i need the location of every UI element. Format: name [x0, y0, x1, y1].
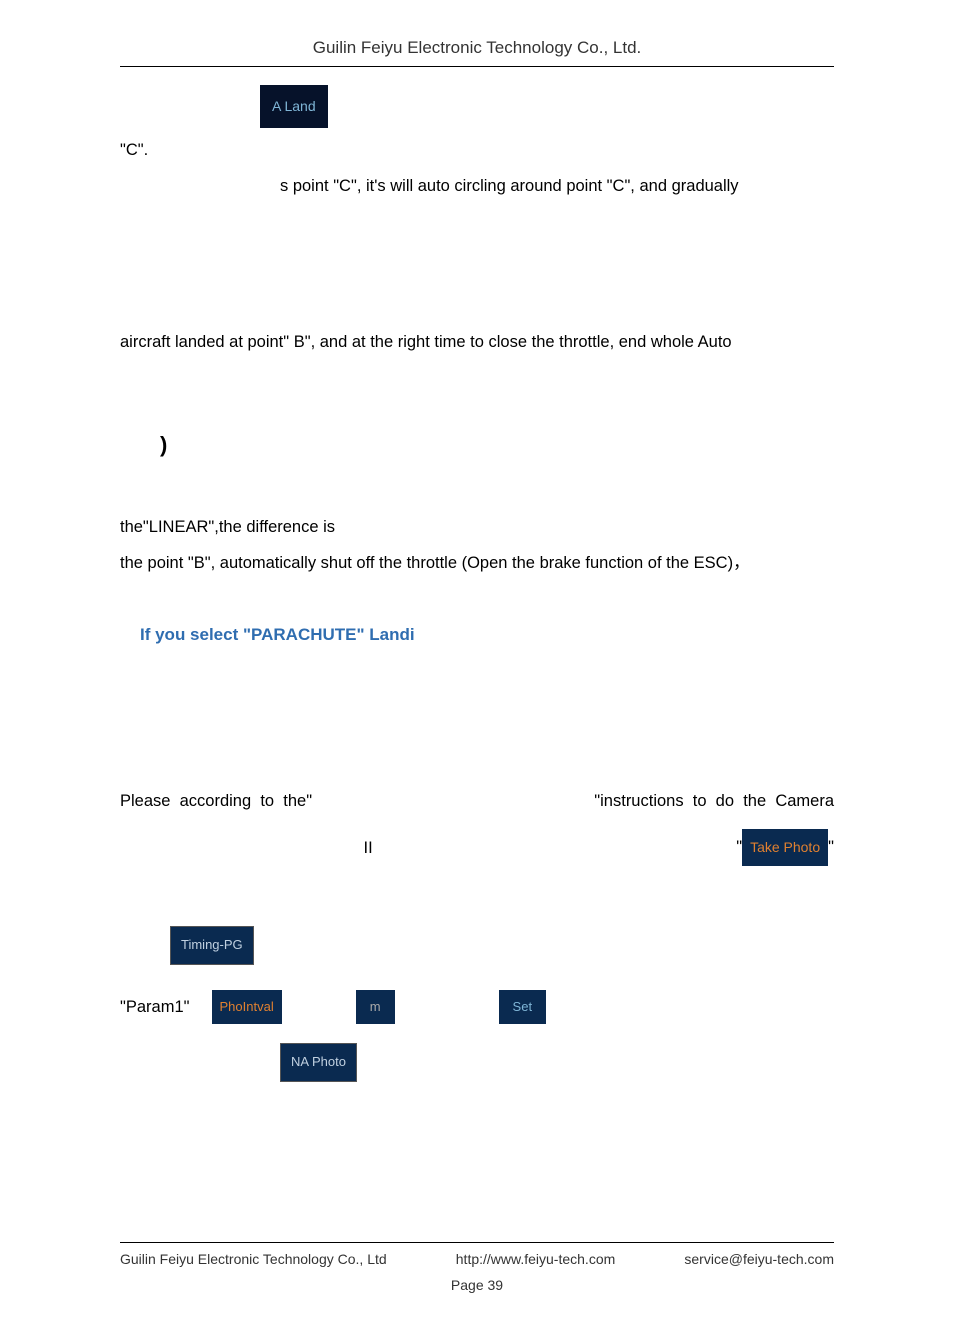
page-footer: Guilin Feiyu Electronic Technology Co., … — [0, 1242, 954, 1293]
footer-page-number: Page 39 — [0, 1277, 954, 1293]
roman-two: II — [364, 830, 373, 866]
timing-pg-button: Timing-PG — [170, 926, 254, 965]
takephoto-row: II "Take Photo" — [120, 829, 834, 866]
document-body: A Land "C". s point "C", it's will auto … — [0, 67, 954, 1082]
param1-label: "Param1" — [120, 989, 190, 1025]
footer-company: Guilin Feiyu Electronic Technology Co., … — [120, 1251, 387, 1267]
phointval-button: PhoIntval — [212, 990, 282, 1025]
camera-instruction-row: Please according to the" "instructions t… — [120, 783, 834, 819]
na-photo-button: NA Photo — [280, 1043, 357, 1082]
closing-paren: ) — [160, 421, 834, 469]
text-c: "C". — [120, 132, 834, 168]
set-button: Set — [499, 990, 547, 1025]
text-linear1: the"LINEAR",the difference is — [120, 509, 834, 545]
m-button: m — [356, 990, 395, 1025]
text-linear2: the point "B", automatically shut off th… — [120, 545, 834, 581]
footer-email: service@feiyu-tech.com — [684, 1251, 834, 1267]
parachute-heading: If you select "PARACHUTE" Landi — [140, 616, 834, 653]
footer-url: http://www.feiyu-tech.com — [456, 1251, 616, 1267]
takephoto-quoted: "Take Photo" — [736, 829, 834, 866]
footer-divider — [120, 1242, 834, 1243]
text-point-c: s point "C", it's will auto circling aro… — [120, 168, 834, 204]
a-land-button: A Land — [260, 85, 328, 128]
camera-text-pre: Please according to the" — [120, 783, 312, 819]
page-header-title: Guilin Feiyu Electronic Technology Co., … — [0, 0, 954, 58]
text-landed-b: aircraft landed at point" B", and at the… — [120, 324, 834, 360]
take-photo-button: Take Photo — [742, 829, 828, 866]
camera-text-post: "instructions to do the Camera — [594, 783, 834, 819]
